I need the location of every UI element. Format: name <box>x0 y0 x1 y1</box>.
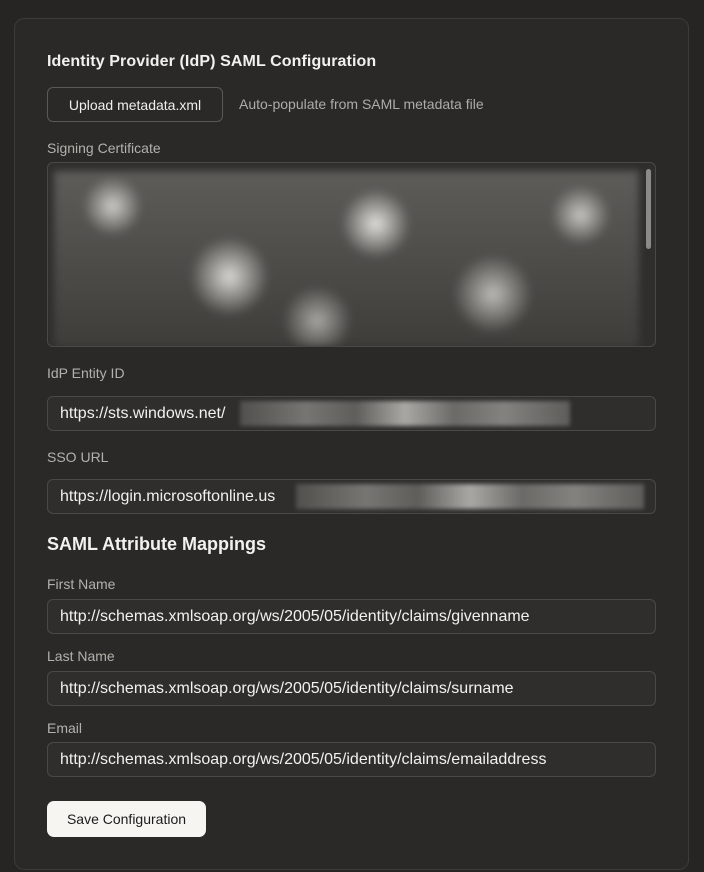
first-name-value: http://schemas.xmlsoap.org/ws/2005/05/id… <box>60 608 530 625</box>
upload-metadata-button[interactable]: Upload metadata.xml <box>47 87 223 122</box>
entity-id-input[interactable]: https://sts.windows.net/ <box>47 396 656 431</box>
email-value: http://schemas.xmlsoap.org/ws/2005/05/id… <box>60 751 547 768</box>
save-configuration-button[interactable]: Save Configuration <box>47 801 206 837</box>
signing-certificate-label: Signing Certificate <box>47 140 161 156</box>
first-name-label: First Name <box>47 576 116 592</box>
upload-hint: Auto-populate from SAML metadata file <box>239 96 484 112</box>
sso-url-input[interactable]: https://login.microsoftonline.us <box>47 479 656 514</box>
sso-url-value: https://login.microsoftonline.us <box>60 488 276 505</box>
sso-url-label: SSO URL <box>47 449 109 465</box>
redacted-entity-id <box>240 401 570 426</box>
email-label: Email <box>47 720 83 736</box>
last-name-label: Last Name <box>47 648 115 664</box>
last-name-value: http://schemas.xmlsoap.org/ws/2005/05/id… <box>60 680 514 697</box>
last-name-input[interactable]: http://schemas.xmlsoap.org/ws/2005/05/id… <box>47 671 656 706</box>
saml-config-panel: Identity Provider (IdP) SAML Configurati… <box>14 18 689 870</box>
email-input[interactable]: http://schemas.xmlsoap.org/ws/2005/05/id… <box>47 742 656 777</box>
entity-id-label: IdP Entity ID <box>47 365 125 381</box>
certificate-scrollbar[interactable] <box>646 169 651 249</box>
redacted-sso-url <box>296 484 644 509</box>
first-name-input[interactable]: http://schemas.xmlsoap.org/ws/2005/05/id… <box>47 599 656 634</box>
mappings-section-title: SAML Attribute Mappings <box>47 534 266 554</box>
idp-section-title: Identity Provider (IdP) SAML Configurati… <box>47 53 377 70</box>
signing-certificate-textarea[interactable] <box>47 162 656 347</box>
redacted-certificate <box>54 171 639 346</box>
entity-id-value: https://sts.windows.net/ <box>60 405 226 422</box>
